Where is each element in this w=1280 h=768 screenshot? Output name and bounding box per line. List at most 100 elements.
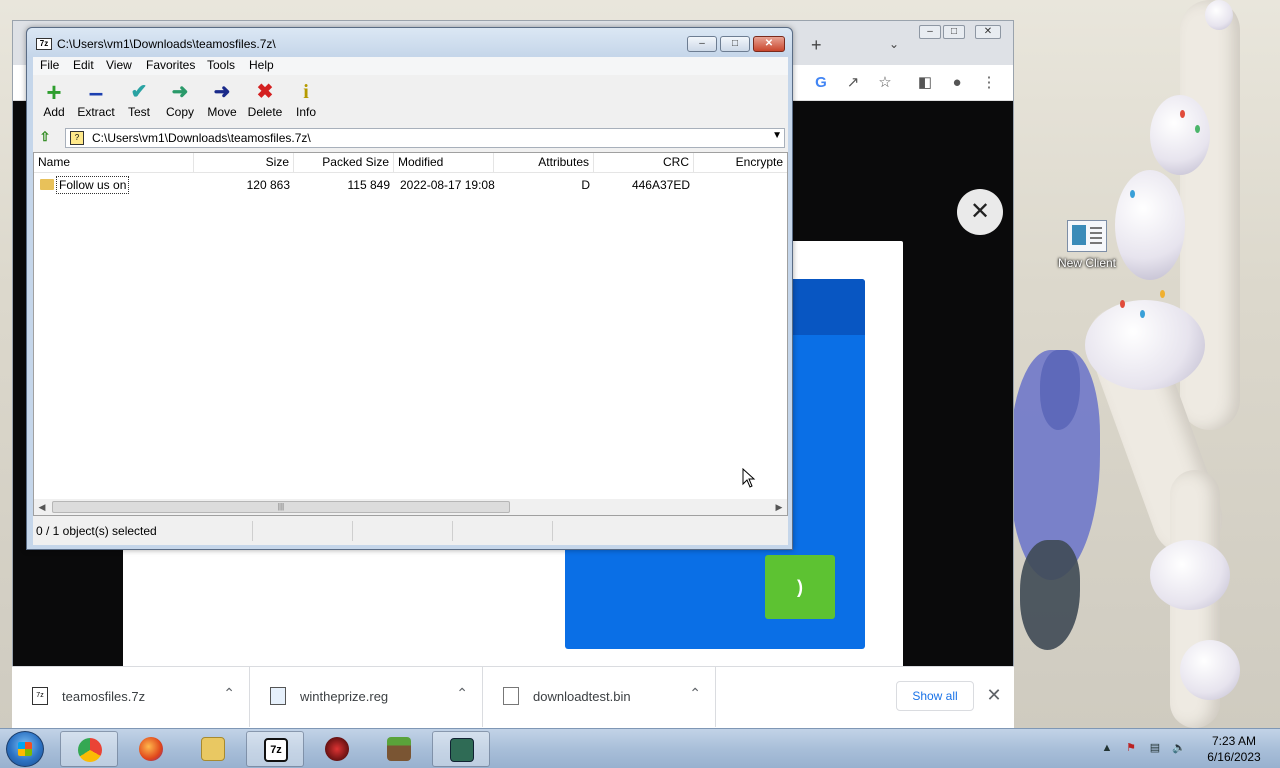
new-tab-icon[interactable]: + xyxy=(811,35,822,56)
scroll-right-icon[interactable]: ▶ xyxy=(771,499,787,515)
close-button[interactable]: ✕ xyxy=(753,36,785,52)
download-name: wintheprize.reg xyxy=(300,689,389,704)
up-folder-icon[interactable]: ⇧ xyxy=(37,129,53,145)
toolbar: + Add – Extract ✔ Test ➜ Copy ➜ Move ✖ D… xyxy=(33,76,788,124)
menu-help[interactable]: Help xyxy=(249,58,274,72)
show-hidden-icons[interactable]: ▲ xyxy=(1100,741,1114,755)
minimize-button[interactable]: – xyxy=(919,25,941,39)
wallpaper-dot xyxy=(1120,300,1125,308)
flag-icon[interactable]: ⚑ xyxy=(1124,741,1138,755)
menu-view[interactable]: View xyxy=(106,58,132,72)
status-bar: 0 / 1 object(s) selected xyxy=(33,519,788,543)
close-overlay-icon[interactable]: ✕ xyxy=(957,189,1003,235)
menu-kebab-icon[interactable]: ⋮ xyxy=(979,73,999,93)
bookmark-star-icon[interactable]: ☆ xyxy=(875,73,895,93)
chevron-up-icon[interactable]: ⌃ xyxy=(689,685,701,702)
scroll-left-icon[interactable]: ◀ xyxy=(34,499,50,515)
7z-file-icon: 7z xyxy=(32,687,48,705)
test-icon: ✔ xyxy=(130,81,148,103)
info-label: Info xyxy=(295,105,316,119)
chevron-up-icon[interactable]: ⌃ xyxy=(223,685,235,702)
menu-favorites[interactable]: Favorites xyxy=(146,58,195,72)
start-button[interactable] xyxy=(6,731,44,767)
column-packed-size[interactable]: Packed Size xyxy=(294,153,394,173)
move-button[interactable]: ➜ Move xyxy=(200,80,244,119)
wallpaper-dot xyxy=(1130,190,1135,198)
menu-file[interactable]: File xyxy=(40,58,59,72)
green-action-button[interactable]: ) xyxy=(765,555,835,619)
scroll-thumb[interactable]: ||| xyxy=(52,501,510,513)
download-item[interactable]: wintheprize.reg ⌃ xyxy=(250,667,483,727)
copy-button[interactable]: ➜ Copy xyxy=(158,80,202,119)
profile-icon[interactable]: ● xyxy=(947,73,967,93)
application-icon xyxy=(1067,220,1107,252)
column-modified[interactable]: Modified xyxy=(394,153,494,173)
horizontal-scrollbar[interactable]: ◀ ||| ▶ xyxy=(34,499,787,515)
taskbar-network-app[interactable] xyxy=(432,731,490,767)
minimize-button[interactable]: – xyxy=(687,36,717,52)
download-item[interactable]: downloadtest.bin ⌃ xyxy=(483,667,716,727)
taskbar-app-red[interactable] xyxy=(308,731,366,767)
menu-tools[interactable]: Tools xyxy=(207,58,235,72)
archive-icon: ? xyxy=(70,131,84,145)
maximize-button[interactable]: □ xyxy=(720,36,750,52)
share-icon[interactable]: ↗ xyxy=(843,73,863,93)
wallpaper-bulb xyxy=(1180,640,1240,700)
info-icon: i xyxy=(303,81,309,103)
wallpaper-dot xyxy=(1160,290,1165,298)
taskbar: 7z ▲ ⚑ ▤ 🔈 7:23 AM 6/16/2023 xyxy=(0,728,1280,768)
side-panel-icon[interactable]: ◧ xyxy=(915,73,935,93)
move-label: Move xyxy=(207,105,237,119)
wallpaper-dot xyxy=(1195,125,1200,133)
close-icon[interactable]: ✕ xyxy=(984,685,1004,705)
show-all-button[interactable]: Show all xyxy=(896,681,974,711)
firefox-icon xyxy=(139,737,163,761)
address-combobox[interactable]: ? C:\Users\vm1\Downloads\teamosfiles.7z\… xyxy=(65,128,785,148)
close-button[interactable]: ✕ xyxy=(975,25,1001,39)
extract-button[interactable]: – Extract xyxy=(74,77,118,119)
column-encrypted[interactable]: Encrypte xyxy=(694,153,787,173)
menu-edit[interactable]: Edit xyxy=(73,58,94,72)
chevron-up-icon[interactable]: ⌃ xyxy=(456,685,468,702)
clock-time[interactable]: 7:23 AM xyxy=(1202,734,1266,748)
wallpaper-bulb xyxy=(1085,300,1205,390)
test-button[interactable]: ✔ Test xyxy=(117,80,161,119)
row-modified: 2022-08-17 19:08 xyxy=(400,178,495,192)
extract-label: Extract xyxy=(77,105,115,119)
column-size[interactable]: Size xyxy=(194,153,294,173)
column-crc[interactable]: CRC xyxy=(594,153,694,173)
taskbar-explorer[interactable] xyxy=(184,731,242,767)
column-name[interactable]: Name xyxy=(34,153,194,173)
google-icon[interactable]: G xyxy=(811,73,831,93)
7zip-app-icon: 7z xyxy=(36,38,52,50)
info-button[interactable]: i Info xyxy=(284,80,328,119)
table-row[interactable]: Follow us on 120 863 115 849 2022-08-17 … xyxy=(34,175,787,195)
address-bar-row: ⇧ ? C:\Users\vm1\Downloads\teamosfiles.7… xyxy=(33,125,788,151)
wallpaper-dot xyxy=(1140,310,1145,318)
row-size: 120 863 xyxy=(246,178,290,192)
copy-icon: ➜ xyxy=(171,81,189,103)
extract-icon: – xyxy=(88,77,104,107)
maximize-button[interactable]: □ xyxy=(943,25,965,39)
download-name: downloadtest.bin xyxy=(533,689,631,704)
clock-date[interactable]: 6/16/2023 xyxy=(1202,750,1266,764)
taskbar-minecraft[interactable] xyxy=(370,731,428,767)
download-item[interactable]: 7z teamosfiles.7z ⌃ xyxy=(12,667,250,727)
7zip-window: 7z C:\Users\vm1\Downloads\teamosfiles.7z… xyxy=(26,27,793,550)
folder-icon xyxy=(201,737,225,761)
mouse-cursor-icon xyxy=(742,468,756,488)
dropdown-arrow-icon[interactable]: ▼ xyxy=(772,130,782,141)
wallpaper-bulb xyxy=(1205,0,1233,30)
taskbar-firefox[interactable] xyxy=(122,731,180,767)
delete-button[interactable]: ✖ Delete xyxy=(243,80,287,119)
taskbar-7zip[interactable]: 7z xyxy=(246,731,304,767)
network-icon[interactable]: ▤ xyxy=(1148,741,1162,755)
add-button[interactable]: + Add xyxy=(32,79,76,119)
folder-icon xyxy=(40,179,54,190)
taskbar-chrome[interactable] xyxy=(60,731,118,767)
column-attributes[interactable]: Attributes xyxy=(494,153,594,173)
desktop-icon-new-client[interactable]: New Client xyxy=(1052,220,1122,270)
chevron-down-icon[interactable]: ⌄ xyxy=(889,37,899,51)
volume-icon[interactable]: 🔈 xyxy=(1172,741,1186,755)
reg-file-icon xyxy=(270,687,286,705)
